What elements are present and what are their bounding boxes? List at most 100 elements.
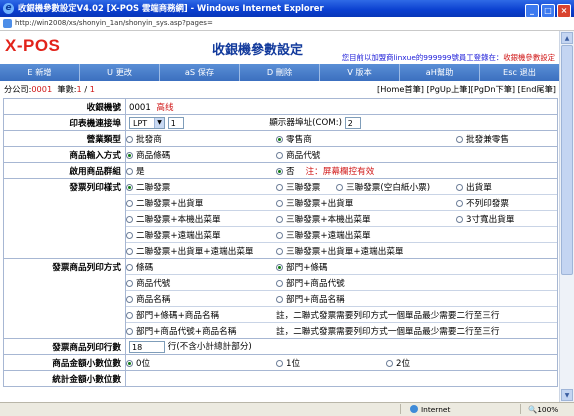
radio-icon[interactable]: [276, 215, 283, 223]
scroll-down-icon[interactable]: ▼: [561, 389, 573, 401]
save-button[interactable]: aS 保存: [160, 64, 240, 81]
radio-icon[interactable]: [126, 199, 133, 207]
radio-icon[interactable]: [126, 263, 133, 271]
login-notice: 您目前以加盟商linxue的999999號員工登錄在：收銀機參數設定: [342, 52, 555, 63]
decimals-option[interactable]: 2位: [386, 356, 557, 370]
address-bar[interactable]: http://win2008/xs/shonyin_1an/shonyin_sy…: [0, 17, 574, 31]
invoice-option[interactable]: 三聯發票+出貨單+遠端出菜單: [276, 243, 557, 258]
invoice-lines-input[interactable]: 18: [129, 340, 165, 353]
radio-icon[interactable]: [126, 279, 133, 287]
radio-icon[interactable]: [126, 135, 133, 143]
radio-icon[interactable]: [276, 247, 283, 255]
print-option[interactable]: 條碼: [126, 259, 276, 275]
scroll-thumb[interactable]: [561, 45, 573, 275]
radio-icon[interactable]: [386, 359, 393, 367]
product-input-cell: 商品條碼 商品代號: [125, 146, 558, 163]
product-group-no[interactable]: 否 注：屏幕欄控有效: [276, 164, 557, 178]
business-type-label: 營業類型: [3, 130, 126, 147]
radio-selected-icon[interactable]: [276, 263, 283, 271]
radio-icon[interactable]: [456, 135, 463, 143]
delete-button[interactable]: D 刪除: [240, 64, 320, 81]
address-url[interactable]: http://win2008/xs/shonyin_1an/shonyin_sy…: [15, 17, 213, 30]
edit-button[interactable]: U 更改: [80, 64, 160, 81]
zoom-level[interactable]: 🔍100%: [528, 403, 558, 416]
chevron-down-icon[interactable]: ▼: [154, 117, 164, 128]
radio-icon[interactable]: [276, 231, 283, 239]
maximize-icon[interactable]: □: [541, 4, 555, 17]
count-total: 1: [89, 84, 95, 94]
invoice-option[interactable]: 二聯發票: [126, 179, 276, 195]
radio-icon[interactable]: [456, 199, 463, 207]
invoice-print-label: 發票列印樣式: [3, 178, 126, 259]
radio-icon[interactable]: [276, 359, 283, 367]
radio-icon[interactable]: [126, 295, 133, 303]
exit-button[interactable]: Esc 退出: [480, 64, 559, 81]
product-input-barcode[interactable]: 商品條碼: [126, 148, 277, 162]
print-option[interactable]: 部門+商品代號: [276, 274, 557, 291]
invoice-option[interactable]: 三聯發票: [276, 179, 336, 195]
invoice-option[interactable]: 二聯發票+本機出菜單: [126, 210, 276, 227]
radio-icon[interactable]: [276, 295, 283, 303]
product-input-code[interactable]: 商品代號: [276, 148, 557, 162]
radio-icon[interactable]: [276, 199, 283, 207]
option-label: 否: [286, 166, 295, 177]
radio-selected-icon[interactable]: [276, 167, 283, 175]
decimals-option[interactable]: 1位: [276, 356, 386, 370]
invoice-option[interactable]: 三聯發票+遠端出菜單: [276, 226, 557, 243]
radio-icon[interactable]: [336, 183, 343, 191]
printer-port-number[interactable]: 1: [167, 116, 184, 129]
print-option[interactable]: 商品代號: [126, 274, 276, 291]
radio-icon[interactable]: [126, 247, 133, 255]
radio-icon[interactable]: [126, 327, 133, 335]
invoice-option[interactable]: 3寸寬出貨單: [456, 210, 557, 227]
invoice-option[interactable]: 二聯發票+出貨單+遠端出菜單: [126, 243, 277, 258]
print-option[interactable]: 部門+商品名稱: [276, 290, 557, 307]
invoice-option[interactable]: 三聯發票(空白紙小票): [336, 179, 456, 195]
help-button[interactable]: aH幫助: [400, 64, 480, 81]
invoice-option[interactable]: 三聯發票+本機出菜單: [276, 210, 456, 227]
business-type-both[interactable]: 批發兼零售: [456, 132, 557, 146]
print-option[interactable]: 部門+條碼: [276, 259, 557, 275]
count-value: 1: [76, 84, 82, 94]
globe-icon: [410, 405, 418, 413]
invoice-option[interactable]: 二聯發票+遠端出菜單: [126, 226, 276, 243]
display-port-input[interactable]: 2: [344, 116, 361, 129]
invoice-option[interactable]: 不列印發票: [456, 194, 557, 211]
business-type-wholesale[interactable]: 批發商: [126, 132, 277, 146]
record-navigation[interactable]: [Home首筆] [PgUp上筆][PgDn下筆] [End尾筆]: [377, 83, 556, 96]
option-label: 商品代號: [286, 150, 321, 161]
print-option[interactable]: 商品名稱: [126, 290, 276, 307]
radio-icon[interactable]: [126, 167, 133, 175]
toolbar: E 新增 U 更改 aS 保存 D 刪除 V 版本 aH幫助 Esc 退出: [0, 64, 559, 81]
radio-icon[interactable]: [126, 215, 133, 223]
version-button[interactable]: V 版本: [320, 64, 400, 81]
product-group-yes[interactable]: 是: [126, 164, 277, 178]
radio-selected-icon[interactable]: [276, 135, 283, 143]
business-type-retail[interactable]: 零售商: [276, 132, 456, 146]
radio-icon[interactable]: [456, 215, 463, 223]
radio-selected-icon[interactable]: [126, 151, 133, 159]
invoice-option[interactable]: 二聯發票+出貨單: [126, 194, 276, 211]
radio-icon[interactable]: [276, 279, 283, 287]
invoice-option[interactable]: 三聯發票+出貨單: [276, 194, 456, 211]
radio-icon[interactable]: [126, 231, 133, 239]
vertical-scrollbar[interactable]: ▲ ▼: [559, 31, 574, 402]
invoice-option[interactable]: 出貨單: [456, 179, 557, 195]
scroll-up-icon[interactable]: ▲: [561, 32, 573, 44]
print-option[interactable]: 部門+商品代號+商品名稱: [126, 323, 277, 338]
option-label: 三聯發票+本機出菜單: [286, 214, 371, 225]
radio-selected-icon[interactable]: [126, 183, 133, 191]
close-icon[interactable]: ×: [557, 4, 571, 17]
printer-port-select[interactable]: LPT ▼: [129, 116, 165, 129]
radio-selected-icon[interactable]: [126, 359, 133, 367]
radio-icon[interactable]: [276, 151, 283, 159]
minimize-icon[interactable]: _: [525, 4, 539, 17]
print-option[interactable]: 部門+條碼+商品名稱: [126, 306, 276, 323]
decimals-option[interactable]: 0位: [126, 356, 277, 370]
radio-icon[interactable]: [456, 183, 463, 191]
radio-icon[interactable]: [126, 311, 133, 319]
option-label: 批發兼零售: [466, 134, 509, 145]
add-button[interactable]: E 新增: [0, 64, 80, 81]
option-label: 批發商: [136, 134, 162, 145]
radio-icon[interactable]: [276, 183, 283, 191]
